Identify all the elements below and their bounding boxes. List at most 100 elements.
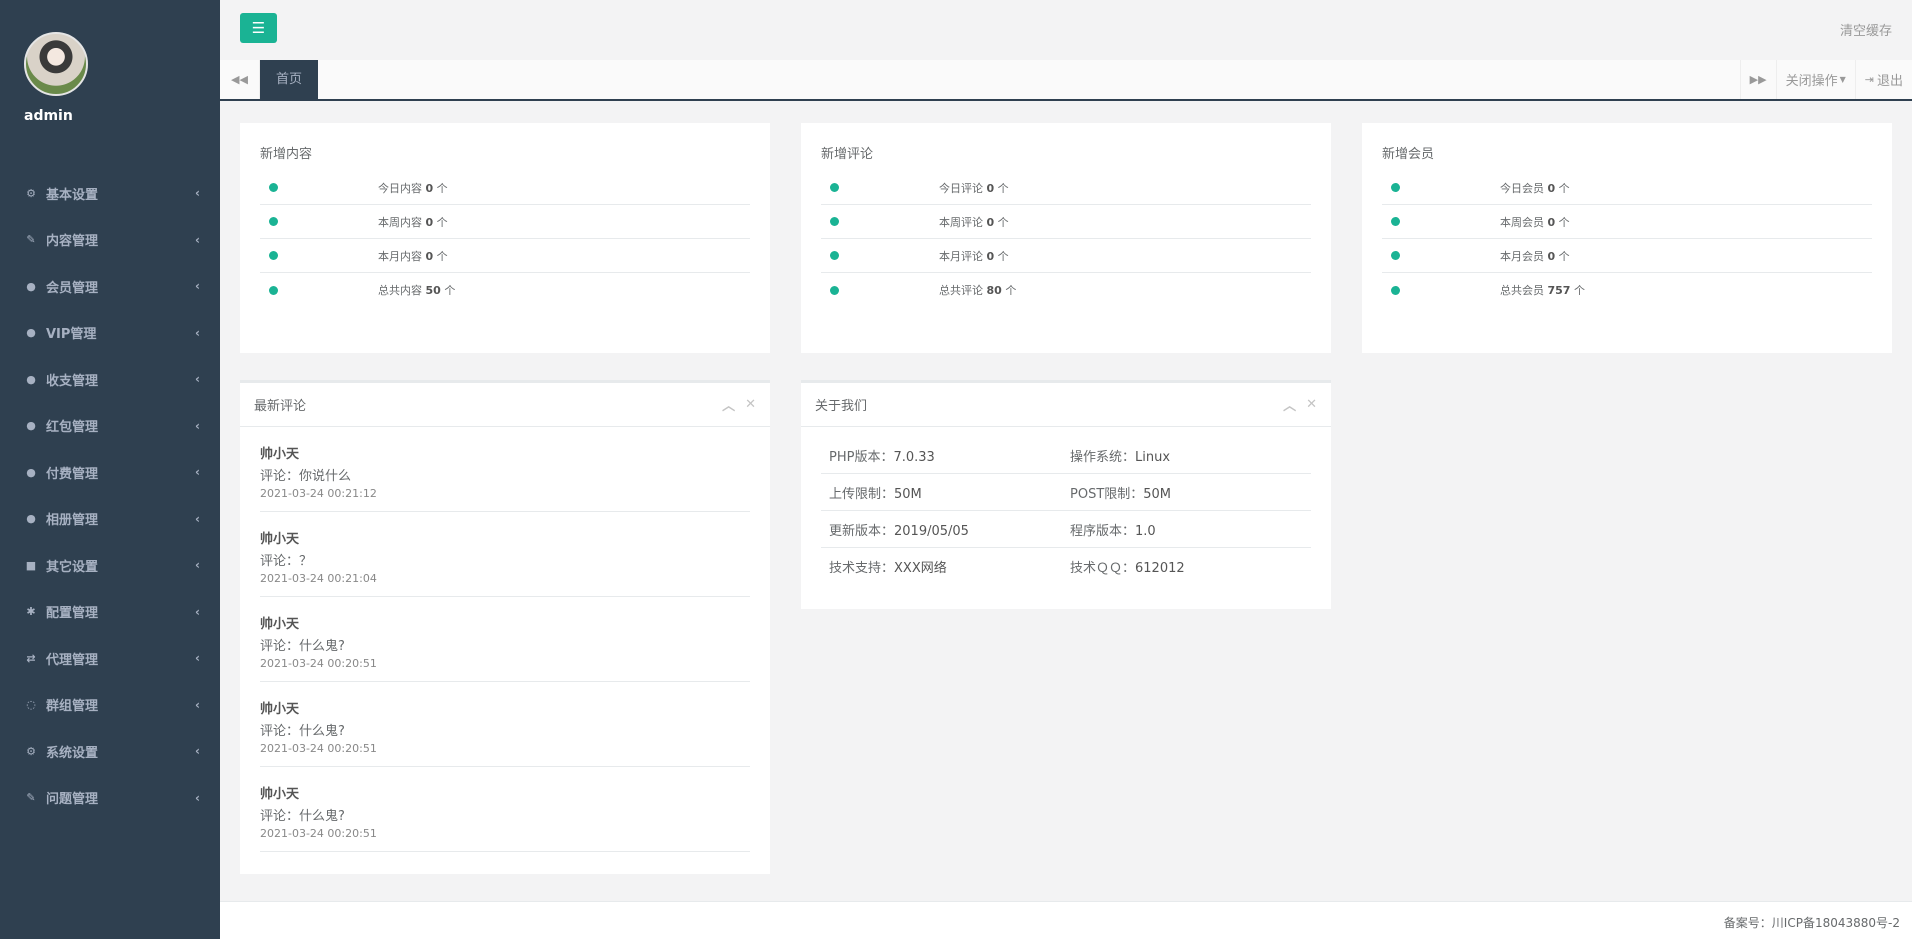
stat-text: 本周评论 0 个 [939,214,1009,230]
about-cell: PHP版本：7.0.33 [829,446,1070,465]
sidebar-item[interactable]: ◌ 群组管理 ‹ [0,682,220,729]
tab-home[interactable]: 首页 [260,60,319,99]
forward-icon: ▶▶ [1749,73,1767,86]
stat-label: 今日会员 [1500,181,1544,195]
sidebar-item[interactable]: ● VIP管理 ‹ [0,310,220,357]
comment-text: 评论：？ [260,554,313,569]
stat-value: 0 [1547,181,1556,195]
chevron-left-icon: ‹ [195,744,200,759]
sidebar: admin ⚙ 基本设置 ‹ ✎ 内容管理 ‹ ● 会员管理 ‹ ● VIP管理 ‹ ● 收支管理 ‹ ● 红包… [0,0,220,939]
status-dot-icon [830,183,839,192]
comment-text: 评论：什么鬼? [260,724,345,739]
close-icon[interactable]: ✕ [745,397,756,412]
comment-author: 帅小天 [260,447,300,462]
about-label: 上传限制： [829,486,895,502]
logout-button[interactable]: ⇥ 退出 [1854,60,1912,99]
sidebar-item[interactable]: ⚙ 系统设置 ‹ [0,728,220,775]
stat-row: 本月评论 0 个 [821,239,1311,273]
comment-author: 帅小天 [260,532,300,547]
stat-row: 本月内容 0 个 [260,239,750,273]
sidebar-item[interactable]: ● 会员管理 ‹ [0,263,220,310]
chevron-left-icon: ‹ [195,465,200,480]
status-dot-icon [1391,217,1400,226]
chevron-left-icon: ‹ [195,790,200,805]
sidebar-item[interactable]: ⇄ 代理管理 ‹ [0,635,220,682]
close-icon[interactable]: ✕ [1306,397,1317,412]
chevron-left-icon: ‹ [195,418,200,433]
sidebar-item[interactable]: ● 付费管理 ‹ [0,449,220,496]
sidebar-item[interactable]: ● 收支管理 ‹ [0,356,220,403]
stat-value: 0 [1547,249,1556,263]
stat-unit: 个 [997,215,1009,229]
about-cell: 操作系统：Linux [1070,446,1311,465]
top-bar: ☰ 清空缓存 [220,0,1912,60]
sidebar-item[interactable]: ✎ 内容管理 ‹ [0,217,220,264]
user-icon: ● [26,512,36,526]
status-dot-icon [830,217,839,226]
stat-value: 80 [986,284,1002,297]
menu-toggle-button[interactable]: ☰ [240,13,277,43]
status-dot-icon [269,217,278,226]
sidebar-nav: ⚙ 基本设置 ‹ ✎ 内容管理 ‹ ● 会员管理 ‹ ● VIP管理 ‹ ● 收支管理 ‹ ● 红包管理 ‹ ● 付费… [0,170,220,821]
main-content: 新增内容 今日内容 0 个 本周内容 0 个 本月内容 0 个 总共内容 50 … [220,101,1912,901]
sidebar-item[interactable]: ● 相册管理 ‹ [0,496,220,543]
tab-scroll-right-button[interactable]: ▶▶ [1739,60,1776,99]
latest-comments-panel: 最新评论 ︿ ✕ 帅小天 评论：你说什么 2021-03-24 00:21:12 帅小… [240,380,770,874]
avatar[interactable] [24,32,88,96]
sidebar-item-label: 配置管理 [46,606,99,622]
comment-time: 2021-03-24 00:20:51 [260,657,377,670]
stat-label: 本周内容 [378,215,422,229]
about-row: 技术支持：XXX网络 技术ＱＱ：612012 [821,548,1311,585]
sidebar-item[interactable]: ⚙ 基本设置 ‹ [0,170,220,217]
close-operations-dropdown[interactable]: 关闭操作 ▼ [1775,60,1855,99]
hamburger-icon: ☰ [251,19,266,37]
comment-text: 评论：你说什么 [260,469,352,484]
about-value: 1.0 [1135,523,1156,539]
about-value: XXX网络 [894,561,947,576]
tab-scroll-left-button[interactable]: ◀◀ [220,60,260,99]
sidebar-item-label: 收支管理 [46,373,99,389]
gear-icon: ⚙ [26,186,36,200]
about-cell: 上传限制：50M [829,483,1070,502]
chevron-left-icon: ‹ [195,279,200,294]
comment-item: 帅小天 评论：什么鬼? 2021-03-24 00:20:51 [260,597,750,682]
stat-label: 本周会员 [1500,215,1544,229]
user-icon: ● [26,326,36,340]
clear-cache-link[interactable]: 清空缓存 [1840,20,1892,39]
about-value: 612012 [1135,561,1185,576]
about-table: PHP版本：7.0.33 操作系统：Linux 上传限制：50M POST限制：50M… [801,427,1331,595]
sidebar-item-label: 付费管理 [46,466,99,482]
stat-unit: 个 [436,215,448,229]
stat-unit: 个 [1005,284,1017,297]
username[interactable]: admin [24,108,220,124]
chevron-left-icon: ‹ [195,697,200,712]
stat-value: 0 [425,181,434,195]
sidebar-item[interactable]: ✎ 问题管理 ‹ [0,775,220,822]
collapse-icon[interactable]: ︿ [1283,395,1296,414]
exchange-icon: ⇄ [26,651,36,665]
stat-title: 新增内容 [260,147,313,162]
chevron-left-icon: ‹ [195,372,200,387]
user-icon: ● [26,279,36,293]
backward-icon: ◀◀ [231,73,248,86]
sidebar-item-label: 代理管理 [46,652,99,668]
stat-value: 0 [986,249,995,263]
edit-icon: ✎ [26,791,36,805]
stat-unit: 个 [444,284,456,297]
stat-box-content: 新增内容 今日内容 0 个 本周内容 0 个 本月内容 0 个 总共内容 50 … [240,123,770,353]
stat-unit: 个 [1558,181,1570,195]
collapse-icon[interactable]: ︿ [722,395,735,414]
chevron-left-icon: ‹ [195,186,200,201]
stat-text: 总共会员 757 个 [1500,282,1585,298]
sidebar-item[interactable]: ✱ 配置管理 ‹ [0,589,220,636]
sidebar-item[interactable]: ● 红包管理 ‹ [0,403,220,450]
about-value: 50M [1143,486,1172,502]
about-row: PHP版本：7.0.33 操作系统：Linux [821,437,1311,474]
stat-row: 本周会员 0 个 [1382,205,1872,239]
sidebar-item[interactable]: ■ 其它设置 ‹ [0,542,220,589]
icp-record[interactable]: 备案号：川ICP备18043880号-2 [1724,914,1900,931]
about-label: 技术支持： [829,561,895,576]
comment-author: 帅小天 [260,787,300,802]
stat-unit: 个 [436,249,448,263]
stat-row: 本周评论 0 个 [821,205,1311,239]
